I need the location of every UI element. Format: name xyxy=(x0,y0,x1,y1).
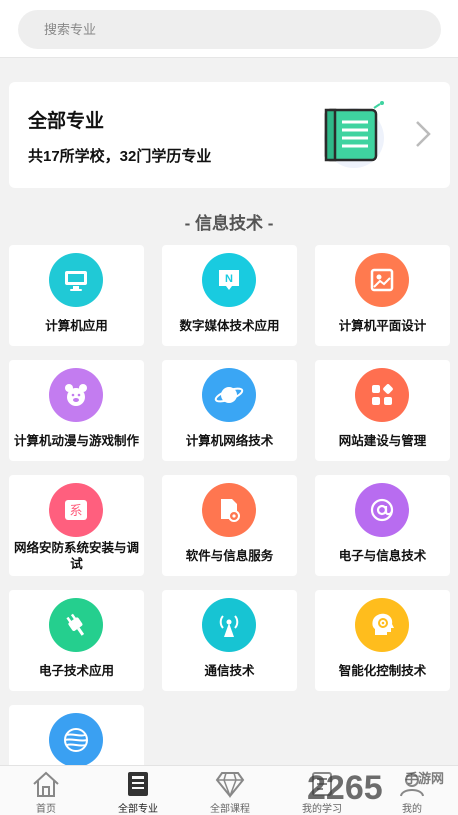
major-label: 电子技术应用 xyxy=(38,664,114,678)
monitor-icon xyxy=(49,253,103,307)
major-label: 计算机应用 xyxy=(45,319,108,333)
picture-icon xyxy=(355,253,409,307)
major-tile[interactable]: 系网络安防系统安装与调试 xyxy=(9,475,144,576)
tab-all-courses[interactable]: 全部课程 xyxy=(184,766,276,815)
file-gear-icon xyxy=(202,483,256,537)
bear-icon xyxy=(49,368,103,422)
major-label: 网络安防系统安装与调试 xyxy=(13,541,139,571)
globe-icon xyxy=(49,713,103,767)
tab-my-study[interactable]: 我的学习 xyxy=(276,766,368,815)
system-icon: 系 xyxy=(49,483,103,537)
tab-label: 我的 xyxy=(402,804,422,815)
user-icon xyxy=(400,773,424,797)
major-tile[interactable]: 计算机动漫与游戏制作 xyxy=(9,360,144,461)
major-tile[interactable]: N 数字媒体技术应用 xyxy=(162,245,297,346)
all-majors-card[interactable]: 全部专业 共17所学校，32门学历专业 xyxy=(9,82,450,188)
bottom-tab-bar: 首页 全部专业 全部课程 我的学习 我的 xyxy=(0,765,458,815)
study-icon xyxy=(312,772,332,796)
tab-label: 首页 xyxy=(36,804,56,815)
major-tile[interactable]: 电子与信息技术 xyxy=(315,475,450,576)
section-title: - 信息技术 - xyxy=(184,214,274,233)
blocks-icon xyxy=(355,368,409,422)
svg-text:N: N xyxy=(225,273,233,285)
major-label: 网站建设与管理 xyxy=(338,434,427,448)
major-tile[interactable]: 计算机网络技术 xyxy=(162,360,297,461)
tab-label: 全部专业 xyxy=(118,804,158,815)
search-input[interactable]: 搜索专业 xyxy=(18,10,441,49)
major-label: 电子与信息技术 xyxy=(338,549,427,563)
tab-all-majors[interactable]: 全部专业 xyxy=(92,766,184,815)
major-label: 通信技术 xyxy=(204,664,255,678)
all-majors-title: 全部专业 xyxy=(28,111,105,132)
major-label: 数字媒体技术应用 xyxy=(179,319,280,333)
tab-mine[interactable]: 我的 xyxy=(366,766,458,815)
major-label: 计算机网络技术 xyxy=(185,434,274,448)
planet-icon xyxy=(202,368,256,422)
plug-icon xyxy=(49,598,103,652)
all-majors-summary: 共17所学校，32门学历专业 xyxy=(28,148,212,165)
major-tile[interactable]: 计算机平面设计 xyxy=(315,245,450,346)
at-icon xyxy=(355,483,409,537)
book-icon xyxy=(128,772,148,796)
tab-home[interactable]: 首页 xyxy=(0,766,92,815)
major-label: 软件与信息服务 xyxy=(185,549,274,563)
major-label: 计算机动漫与游戏制作 xyxy=(13,434,139,448)
major-tile[interactable]: 计算机应用 xyxy=(9,245,144,346)
head-gear-icon xyxy=(355,598,409,652)
diamond-icon xyxy=(215,772,245,798)
home-icon xyxy=(33,771,59,797)
ledger-book-icon xyxy=(324,101,384,168)
major-tile[interactable]: 网站建设与管理 xyxy=(315,360,450,461)
tab-label: 我的学习 xyxy=(302,804,342,815)
tab-label: 全部课程 xyxy=(210,804,250,815)
search-bar: 搜索专业 xyxy=(0,0,458,58)
major-tile[interactable]: 电子技术应用 xyxy=(9,590,144,691)
signal-tower-icon xyxy=(202,598,256,652)
major-tile[interactable]: 智能化控制技术 xyxy=(315,590,450,691)
chat-n-icon: N xyxy=(202,253,256,307)
major-label: 计算机平面设计 xyxy=(338,319,427,333)
major-tile[interactable]: 软件与信息服务 xyxy=(162,475,297,576)
svg-text:系: 系 xyxy=(69,504,82,519)
major-tile[interactable]: 通信技术 xyxy=(162,590,297,691)
major-label: 智能化控制技术 xyxy=(338,664,427,678)
chevron-right-icon[interactable] xyxy=(413,119,433,149)
